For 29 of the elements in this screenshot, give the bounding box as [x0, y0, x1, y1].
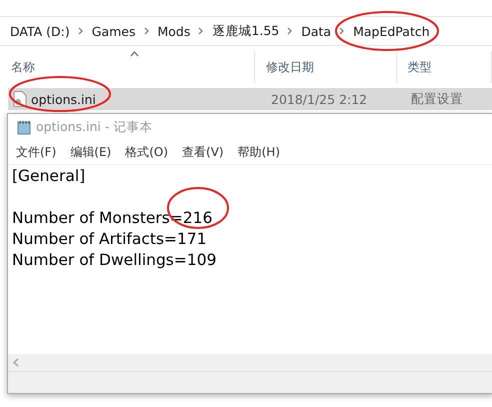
setting-line: Number of Artifacts=171 [12, 230, 208, 250]
menu-item[interactable]: 查看(V) [182, 144, 224, 161]
notepad-icon [17, 120, 31, 135]
breadcrumb-item[interactable]: Data [301, 24, 332, 38]
sort-caret-icon [130, 51, 139, 57]
breadcrumb-item[interactable]: DATA (D:) [10, 24, 70, 38]
file-date: 2018/1/25 2:12 [271, 92, 368, 106]
breadcrumb-item[interactable]: Mods [158, 24, 190, 38]
column-header[interactable]: 名称 [0, 51, 255, 83]
breadcrumb-item[interactable]: Games [92, 24, 136, 38]
setting-line: Number of Dwellings=109 [12, 251, 218, 271]
chevron-icon[interactable] [78, 27, 84, 35]
file-name: options.ini [31, 92, 97, 106]
chevron-icon[interactable] [144, 27, 150, 35]
menu-item[interactable]: 编辑(E) [70, 144, 112, 161]
file-type: 配置设置 [411, 90, 463, 108]
window-title: options.ini - 记事本 [36, 119, 152, 136]
column-header[interactable]: 修改日期 [254, 51, 397, 83]
menu-item[interactable]: 文件(F) [16, 144, 56, 161]
chevron-icon[interactable] [198, 27, 204, 35]
section-header: [General] [12, 167, 86, 187]
breadcrumb-item[interactable]: MapEdPatch [353, 24, 430, 38]
chevron-icon[interactable] [339, 27, 346, 35]
file-row[interactable]: options.ini 2018/1/25 2:12 配置设置 [8, 88, 492, 110]
column-header[interactable]: 类型 [396, 51, 492, 83]
menu-item[interactable]: 帮助(H) [238, 144, 280, 161]
chevron-icon[interactable] [287, 27, 294, 35]
menu-item[interactable]: 格式(O) [125, 144, 168, 161]
breadcrumb-item[interactable]: 逐鹿城1.55 [212, 22, 280, 40]
